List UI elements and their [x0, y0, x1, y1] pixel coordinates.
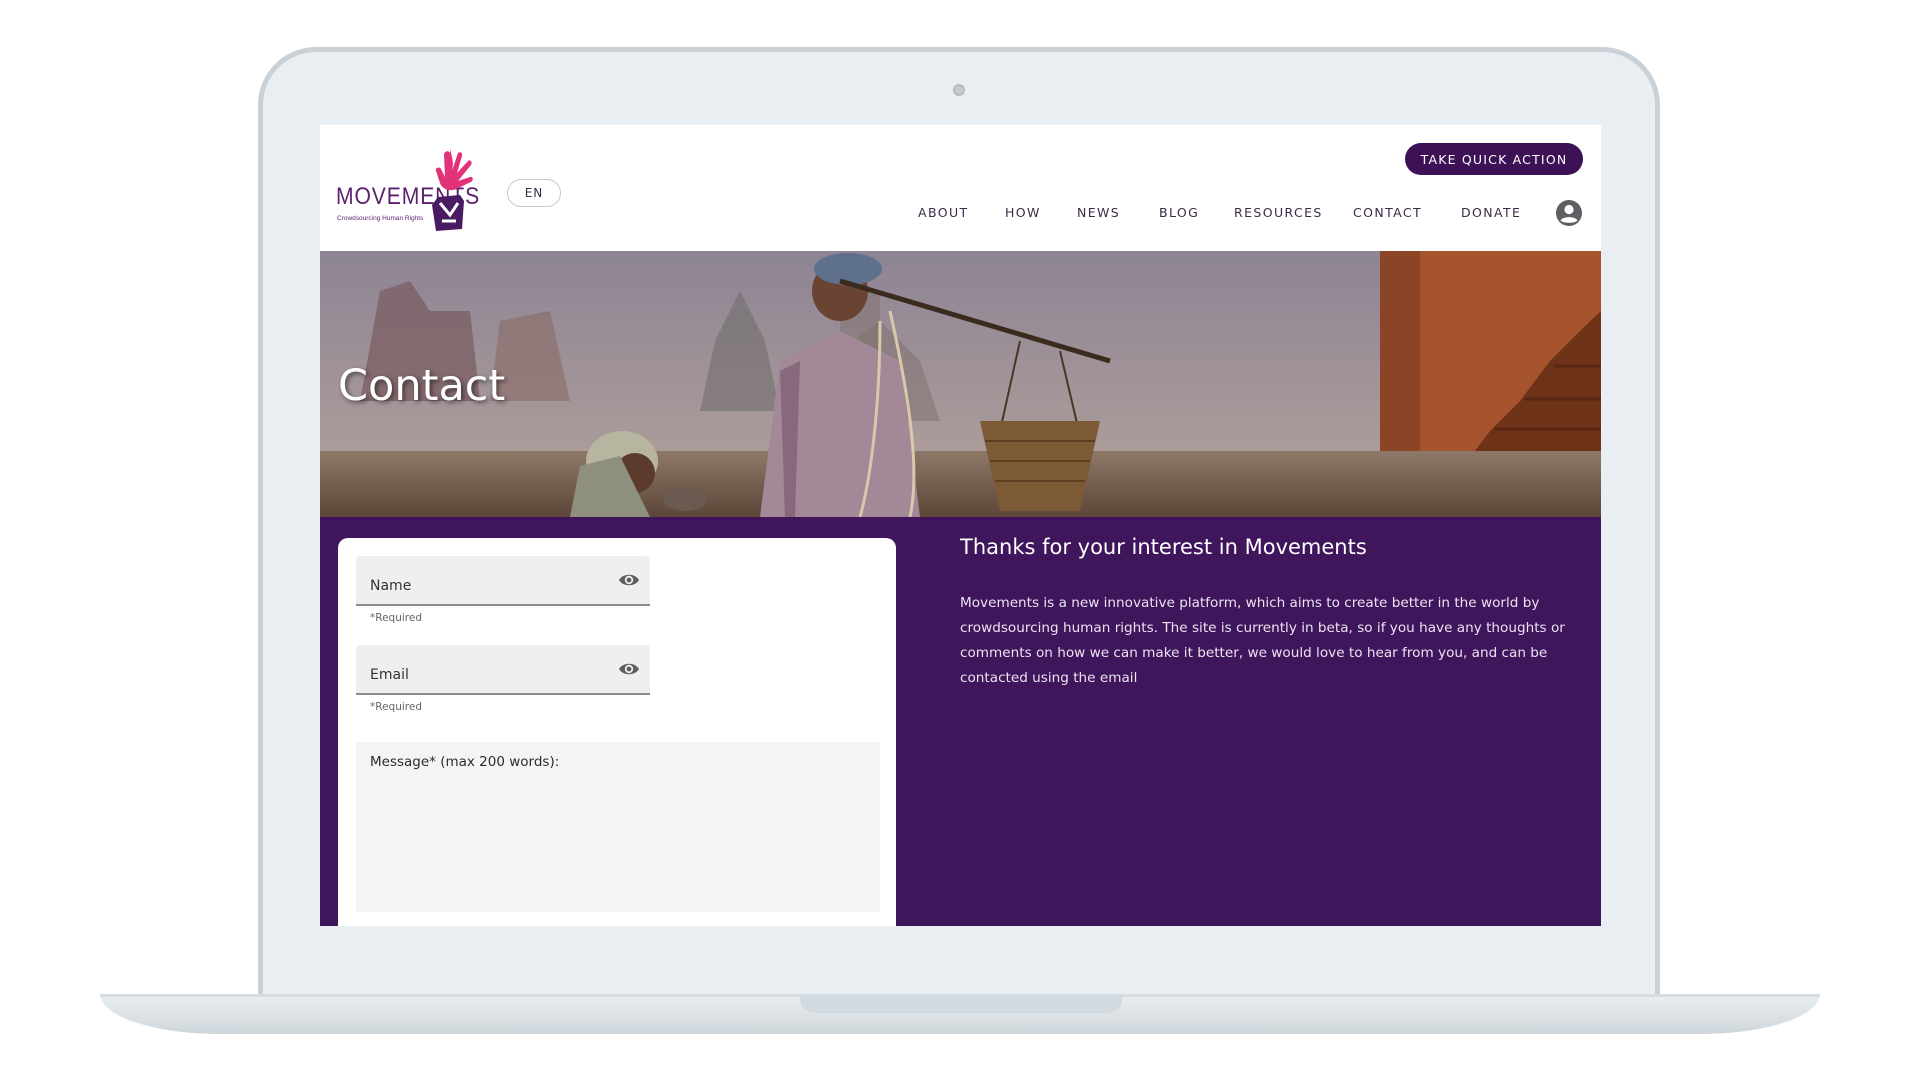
contact-section: Name *Required Email *Required Message* … — [320, 517, 1601, 926]
browser-screen: MOVEMENTS Crowdsourcing Human Rights EN … — [320, 125, 1601, 926]
hero-banner: Contact — [320, 251, 1601, 517]
email-field[interactable]: Email — [356, 645, 650, 695]
nav-about[interactable]: ABOUT — [918, 205, 969, 220]
take-quick-action-button[interactable]: TAKE QUICK ACTION — [1405, 143, 1583, 175]
name-field[interactable]: Name — [356, 556, 650, 606]
eye-icon[interactable] — [618, 572, 640, 588]
main-nav: ABOUT HOW NEWS BLOG RESOURCES CONTACT DO… — [320, 205, 1601, 225]
nav-blog[interactable]: BLOG — [1159, 205, 1199, 220]
nav-contact[interactable]: CONTACT — [1353, 205, 1422, 220]
contact-form-card: Name *Required Email *Required Message* … — [338, 538, 896, 926]
page-title: Contact — [338, 361, 506, 411]
name-field-label: Name — [370, 578, 412, 594]
info-heading: Thanks for your interest in Movements — [960, 535, 1367, 559]
info-paragraph: Movements is a new innovative platform, … — [960, 595, 1565, 686]
laptop-base-notch — [800, 997, 1122, 1013]
account-circle-icon[interactable] — [1555, 199, 1583, 227]
site-header: MOVEMENTS Crowdsourcing Human Rights EN … — [320, 125, 1601, 251]
nav-how[interactable]: HOW — [1005, 205, 1041, 220]
message-label: Message* (max 200 words): — [370, 754, 560, 770]
email-field-label: Email — [370, 667, 409, 683]
nav-donate[interactable]: DONATE — [1461, 205, 1521, 220]
eye-icon[interactable] — [618, 661, 640, 677]
hero-photo — [320, 251, 1601, 517]
name-helper-text: *Required — [370, 612, 422, 624]
message-textarea[interactable]: Message* (max 200 words): — [356, 742, 880, 912]
laptop-camera — [953, 84, 965, 96]
nav-resources[interactable]: RESOURCES — [1234, 205, 1323, 220]
nav-news[interactable]: NEWS — [1077, 205, 1120, 220]
language-selector[interactable]: EN — [507, 179, 561, 207]
email-helper-text: *Required — [370, 701, 422, 713]
device-mockup: MOVEMENTS Crowdsourcing Human Rights EN … — [0, 0, 1920, 1080]
